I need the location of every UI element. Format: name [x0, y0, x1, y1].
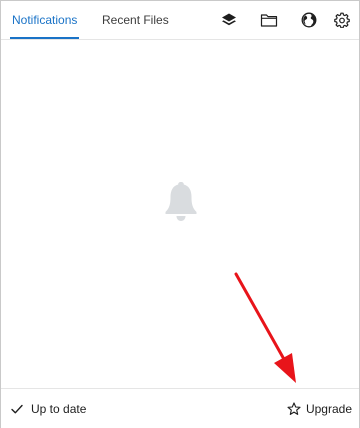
- upgrade-label: Upgrade: [305, 401, 352, 416]
- layers-button[interactable]: [219, 10, 239, 30]
- update-status: Up to date: [11, 389, 86, 428]
- upgrade-button[interactable]: Upgrade: [287, 389, 352, 428]
- gear-icon: [334, 12, 350, 28]
- notifications-list-empty: [1, 40, 359, 388]
- folder-icon: [260, 14, 278, 27]
- panel-header: Notifications Recent Files: [1, 1, 359, 40]
- layers-icon: [222, 13, 236, 26]
- tab-notifications-label: Notifications: [12, 13, 78, 27]
- update-status-text: Up to date: [31, 401, 87, 416]
- notifications-panel: Notifications Recent Files Up to date Up…: [0, 0, 360, 428]
- tab-recent-files-label: Recent Files: [102, 13, 169, 27]
- tab-recent-files[interactable]: Recent Files: [102, 1, 169, 39]
- folder-button[interactable]: [259, 10, 279, 30]
- active-tab-indicator: [10, 37, 80, 39]
- tab-notifications[interactable]: Notifications: [10, 1, 80, 39]
- settings-button[interactable]: [332, 10, 352, 30]
- empty-state-bell: [161, 180, 201, 227]
- checkmark-icon: [11, 404, 23, 413]
- panel-footer: Up to date Upgrade: [1, 388, 359, 428]
- bell-icon: [165, 182, 197, 221]
- globe-button[interactable]: [299, 10, 319, 30]
- star-icon: [287, 401, 301, 415]
- globe-icon: [301, 12, 317, 28]
